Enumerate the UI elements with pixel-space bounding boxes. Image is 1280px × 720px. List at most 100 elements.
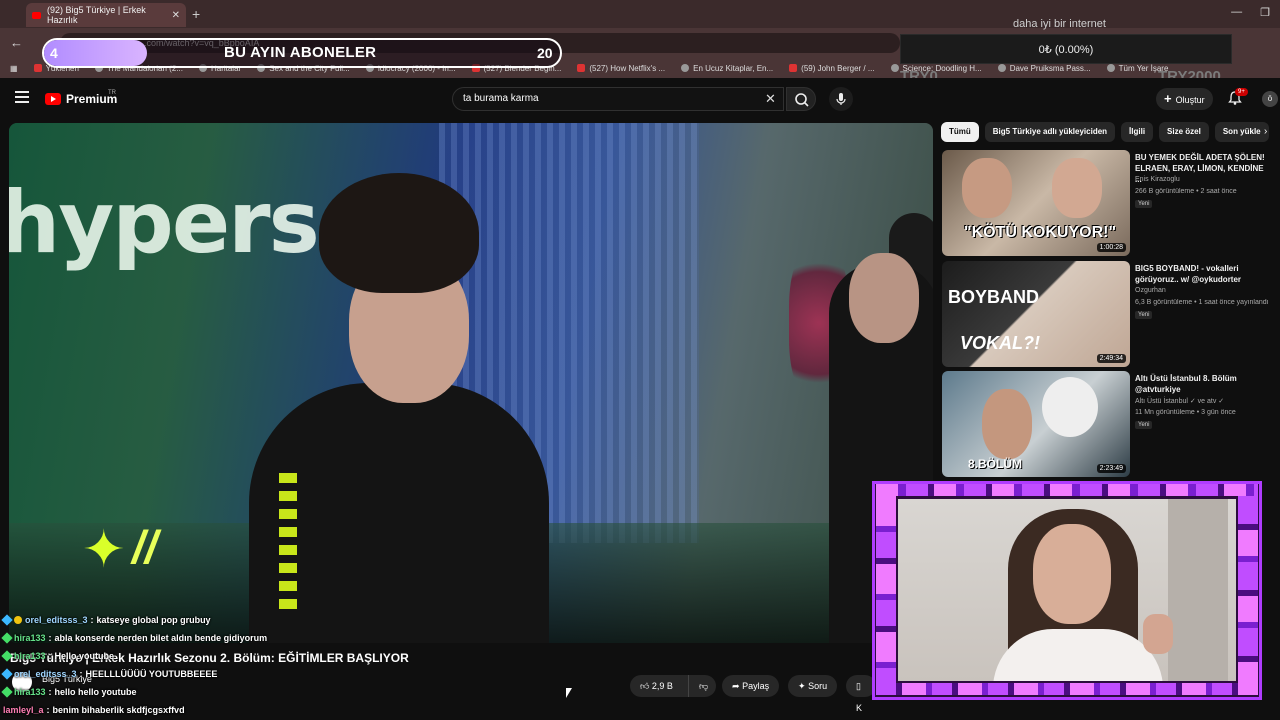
youtube-icon: [577, 64, 586, 73]
recommendation-stats: 6,3 B görüntüleme • 1 saat önce yayınlan…: [1135, 299, 1269, 306]
subscriber-goal-fill: [44, 40, 147, 66]
apps-grid-icon[interactable]: ▦: [10, 64, 18, 73]
webcam-border-left: [876, 496, 896, 683]
webcam-video: [898, 499, 1236, 681]
avatar[interactable]: ö: [1262, 91, 1278, 107]
share-button[interactable]: ➦ Paylaş: [722, 675, 780, 697]
dislike-button[interactable]: 👎︎: [688, 675, 716, 697]
more-options-icon[interactable]: ⋮: [1276, 154, 1280, 165]
stream-chat: orel_editsss_3: katseye global pop grubuy…: [1, 611, 623, 719]
search-input[interactable]: ta burama karma: [452, 87, 784, 111]
badge-icon: [1, 650, 13, 662]
tab-title: (92) Big5 Türkiye | Erkek Hazırlık: [47, 5, 146, 25]
minimize-icon[interactable]: —: [1231, 6, 1242, 19]
chat-message: orel_editsss_3: HEELLLÜÜÜÜ YOUTUBBEEEE: [1, 665, 623, 683]
like-button[interactable]: 👍︎ 2,9 B: [630, 675, 688, 697]
more-options-icon[interactable]: ⋮: [1276, 265, 1280, 276]
chevron-right-icon[interactable]: ›: [1264, 126, 1267, 137]
recommendation-channel: Enis Kirazoglu: [1135, 176, 1180, 183]
maximize-icon[interactable]: ❐: [1260, 6, 1270, 19]
goal-title: BU AYIN ABONELER: [224, 44, 377, 61]
webcam-border-right: [1238, 496, 1258, 683]
goal-current: 4: [50, 45, 58, 61]
folder-icon: [1106, 64, 1115, 73]
badge-icon: [14, 616, 22, 624]
recommendation-item[interactable]: BOYBAND VOKAL?! 2:49:34 BIG5 BOYBAND! - …: [942, 261, 1280, 367]
search-button[interactable]: [786, 87, 816, 111]
recommendation-channel: Ozgurhan: [1135, 287, 1166, 294]
youtube-icon: [33, 64, 42, 73]
badge-icon: [1, 632, 13, 644]
voice-search-button[interactable]: [829, 87, 853, 111]
donation-header: daha iyi bir internet: [1013, 18, 1106, 30]
bookmark-item[interactable]: (59) John Berger / ...: [789, 64, 875, 73]
thumbs-up-icon: 👍︎: [640, 681, 650, 691]
recommendation-title: BIG5 BOYBAND! - vokalleri görüyoruz.. w/…: [1135, 264, 1242, 284]
thumbs-down-icon: 👎︎: [699, 681, 709, 691]
duration-badge: 2:49:34: [1096, 354, 1126, 363]
duration-badge: 1:00:28: [1096, 243, 1126, 252]
ask-button[interactable]: ✦ Soru: [788, 675, 838, 697]
video-person-main: [249, 173, 549, 643]
bookmark-item[interactable]: (527) How Netflix's ...: [577, 64, 665, 73]
video-thumbnail[interactable]: 8.BÖLÜM 2:23:49: [942, 371, 1130, 477]
chat-message: lamleyl_a: benim bihaberlik skdfjcgsxffvd: [3, 705, 185, 715]
recommendation-title: Altı Üstü İstanbul 8. Bölüm @atvturkiye: [1135, 374, 1237, 394]
duration-badge: 2:23:49: [1096, 464, 1126, 473]
youtube-icon: [789, 64, 798, 73]
webcam-border-bottom: [876, 683, 1258, 695]
chip-uploader[interactable]: Big5 Türkiye adlı yükleyiciden: [984, 122, 1116, 142]
goal-target: 20: [537, 45, 553, 61]
book-icon: [681, 64, 690, 73]
microphone-icon: [836, 93, 846, 105]
hamburger-menu-icon[interactable]: [15, 91, 29, 103]
logo-region: TR: [108, 90, 116, 96]
globe-icon: [890, 64, 899, 73]
search-icon: [795, 93, 809, 107]
webcam-border-top: [876, 484, 1258, 496]
recommendation-item[interactable]: "KÖTÜ KOKUYOR!" 1:00:28 BU YEMEK DEĞİL A…: [942, 150, 1280, 256]
badge-icon: [1, 668, 13, 680]
chip-related[interactable]: İlgili: [1121, 122, 1154, 142]
chat-message: hira133: abla konserde nerden bilet aldın…: [1, 629, 623, 647]
youtube-icon: [32, 11, 41, 19]
new-tab-icon[interactable]: +: [192, 6, 200, 22]
image-icon: [997, 64, 1006, 73]
chip-recent[interactable]: Son yükle: [1214, 122, 1269, 142]
bookmark-icon: ▯: [856, 681, 861, 691]
recommendation-stats: 266 B görüntüleme • 2 saat önce: [1135, 188, 1237, 195]
chip-all[interactable]: Tümü: [941, 122, 979, 142]
plus-icon: +: [1164, 91, 1172, 106]
video-thumbnail[interactable]: BOYBAND VOKAL?! 2:49:34: [942, 261, 1130, 367]
new-badge: Yeni: [1135, 311, 1153, 319]
recommendation-channel: Altı Üstü İstanbul ✓ ve atv ✓: [1135, 398, 1225, 405]
notification-badge: 9+: [1235, 88, 1248, 96]
badge-icon: [1, 686, 13, 698]
chat-message: hira133: Hello youtube: [1, 647, 623, 665]
clear-search-icon[interactable]: ✕: [765, 91, 776, 107]
youtube-play-icon: [45, 93, 61, 105]
recommendation-stats: 11 Mn görüntüleme • 3 gün önce: [1135, 409, 1236, 416]
new-badge: Yeni: [1135, 421, 1153, 429]
new-badge: Yeni: [1135, 200, 1153, 208]
badge-icon: [1, 614, 13, 626]
browser-tab-active[interactable]: (92) Big5 Türkiye | Erkek Hazırlık ✕: [26, 3, 186, 27]
create-button[interactable]: + Oluştur: [1156, 88, 1213, 110]
sparkle-icon: ✦: [798, 681, 806, 691]
donation-value: 0₺ (0.00%): [900, 34, 1232, 64]
chip-for-you[interactable]: Size özel: [1159, 122, 1209, 142]
back-arrow-icon[interactable]: ←: [10, 35, 23, 50]
video-thumbnail[interactable]: "KÖTÜ KOKUYOR!" 1:00:28: [942, 150, 1130, 256]
window-controls: — ❐: [1231, 6, 1270, 19]
chat-message: hira133: hello hello youtube: [1, 683, 623, 701]
filter-chips: Tümü Big5 Türkiye adlı yükleyiciden İlgi…: [941, 122, 1280, 144]
more-options-icon[interactable]: ⋮: [1276, 375, 1280, 386]
sparkle-icon: ✦: [82, 521, 126, 579]
close-icon[interactable]: ✕: [172, 10, 180, 21]
slash-graphic-icon: //: [132, 521, 158, 573]
youtube-premium-logo[interactable]: Premium: [45, 92, 117, 106]
recommendation-item[interactable]: 8.BÖLÜM 2:23:49 Altı Üstü İstanbul 8. Bö…: [942, 371, 1280, 477]
share-icon: ➦: [732, 681, 740, 691]
bookmark-item[interactable]: En Ucuz Kitaplar, En...: [681, 64, 773, 73]
chat-message: orel_editsss_3: katseye global pop grubuy: [1, 611, 623, 629]
